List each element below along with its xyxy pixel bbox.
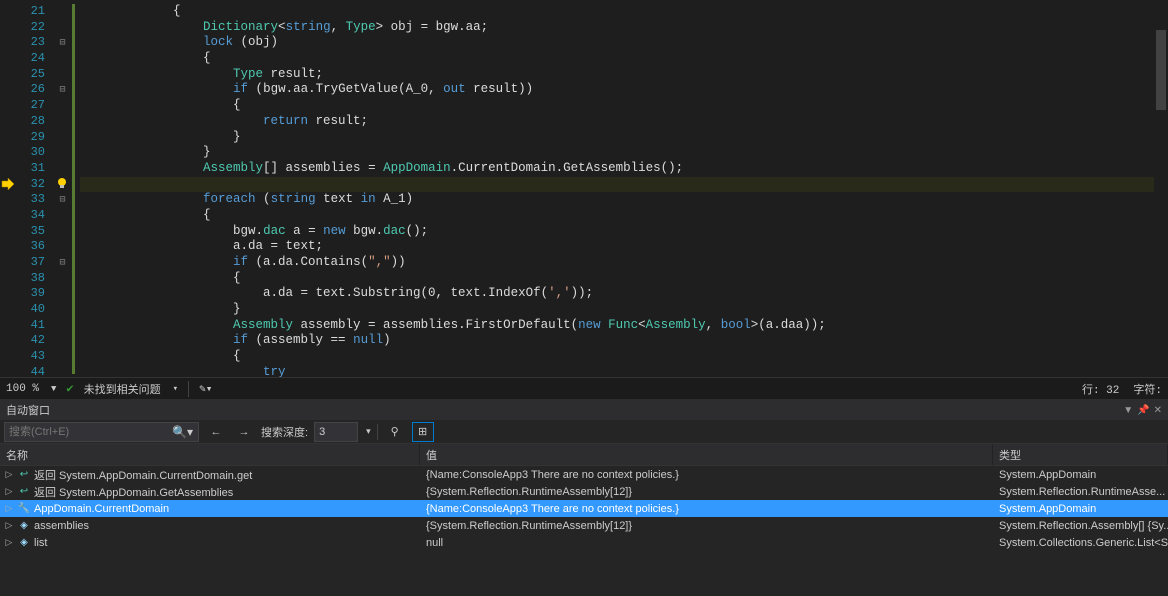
fold-toggle[interactable] — [55, 20, 70, 36]
expand-toggle[interactable]: ▷ — [4, 537, 14, 548]
prop-icon: 🔧 — [17, 502, 31, 516]
fold-toggle[interactable] — [55, 130, 70, 146]
chevron-down-icon[interactable]: ▼ — [51, 384, 56, 394]
col-name[interactable]: 名称 — [0, 444, 420, 465]
fold-toggle[interactable] — [55, 114, 70, 130]
breakpoint-arrow-icon — [0, 177, 16, 191]
change-margin — [70, 0, 80, 377]
field-icon: ◈ — [17, 536, 31, 550]
var-type: System.Reflection.Assembly[] {Sy... — [993, 520, 1168, 532]
char-indicator[interactable]: 字符: — [1133, 381, 1162, 397]
table-row[interactable]: ▷↩返回 System.AppDomain.GetAssemblies {Syst… — [0, 483, 1168, 500]
panel-title-text: 自动窗口 — [6, 402, 50, 418]
pin-icon[interactable]: 📌 — [1137, 405, 1149, 416]
table-row[interactable]: ▷🔧AppDomain.CurrentDomain {Name:ConsoleAp… — [0, 500, 1168, 517]
search-input[interactable] — [4, 422, 199, 442]
panel-titlebar[interactable]: 自动窗口 ▼ 📌 ✕ — [0, 400, 1168, 420]
filter-icon[interactable]: ⚲ — [384, 422, 406, 442]
expand-toggle[interactable]: ▷ — [4, 520, 14, 531]
fold-toggle[interactable] — [55, 161, 70, 177]
fold-toggle[interactable] — [55, 224, 70, 240]
tree-icon[interactable]: ⊞ — [412, 422, 434, 442]
var-name: assemblies — [34, 520, 89, 532]
fold-toggle[interactable] — [55, 4, 70, 20]
grid-header: 名称 值 类型 — [0, 444, 1168, 466]
table-row[interactable]: ▷◈assemblies {System.Reflection.RuntimeAs… — [0, 517, 1168, 534]
check-icon: ✔ — [66, 381, 73, 396]
var-value: null — [420, 537, 993, 549]
var-type: System.AppDomain — [993, 469, 1168, 481]
var-name: list — [34, 537, 47, 549]
fold-toggle[interactable] — [55, 333, 70, 349]
fold-toggle[interactable] — [55, 98, 70, 114]
code-editor[interactable]: 2122232425262728293031323334353637383940… — [0, 0, 1168, 377]
var-type: System.Collections.Generic.List<S... — [993, 537, 1168, 549]
fold-toggle[interactable]: ⊟ — [55, 255, 70, 271]
var-name: 返回 System.AppDomain.GetAssemblies — [34, 484, 233, 500]
col-type[interactable]: 类型 — [993, 444, 1168, 465]
nav-forward-button[interactable]: → — [233, 422, 255, 442]
depth-selector[interactable] — [314, 422, 358, 442]
code-content[interactable]: { Dictionary<string, Type> obj = bgw.aa;… — [80, 0, 1168, 377]
fold-toggle[interactable] — [55, 365, 70, 377]
return-icon: ↩ — [17, 485, 31, 499]
fold-toggle[interactable] — [55, 271, 70, 287]
nav-back-button[interactable]: ← — [205, 422, 227, 442]
expand-toggle[interactable]: ▷ — [4, 469, 14, 480]
fold-toggle[interactable] — [55, 239, 70, 255]
editor-status-bar: 100 % ▼ ✔ 未找到相关问题 ▾ ✎▾ 行: 32 字符: — [0, 377, 1168, 399]
var-value: {System.Reflection.RuntimeAssembly[12]} — [420, 520, 993, 532]
return-icon: ↩ — [17, 468, 31, 482]
vertical-scrollbar[interactable] — [1154, 0, 1168, 377]
line-indicator[interactable]: 行: 32 — [1082, 381, 1119, 397]
depth-label: 搜索深度: — [261, 424, 308, 440]
fold-toggle[interactable]: ⊟ — [55, 82, 70, 98]
chevron-down-icon[interactable]: ▾ — [173, 384, 178, 394]
var-name: AppDomain.CurrentDomain — [34, 503, 169, 515]
close-icon[interactable]: ✕ — [1154, 405, 1162, 416]
table-row[interactable]: ▷↩返回 System.AppDomain.CurrentDomain.get {… — [0, 466, 1168, 483]
fold-toggle[interactable] — [55, 286, 70, 302]
issues-text: 未找到相关问题 — [84, 381, 161, 397]
fold-toggle[interactable] — [55, 349, 70, 365]
fold-toggle[interactable] — [55, 318, 70, 334]
panel-toolbar: 🔍▾ ← → 搜索深度: ▾ ⚲ ⊞ — [0, 420, 1168, 444]
var-value: {Name:ConsoleApp3 There are no context p… — [420, 503, 993, 515]
chevron-down-icon[interactable]: ▾ — [366, 426, 371, 437]
var-type: System.AppDomain — [993, 503, 1168, 515]
fold-toggle[interactable] — [55, 208, 70, 224]
fold-toggle[interactable] — [55, 51, 70, 67]
grid-body[interactable]: ▷↩返回 System.AppDomain.CurrentDomain.get{… — [0, 466, 1168, 596]
var-type: System.Reflection.RuntimeAsse... — [993, 486, 1168, 498]
dropdown-icon[interactable]: ▼ — [1123, 405, 1133, 416]
expand-toggle[interactable]: ▷ — [4, 503, 14, 514]
autos-panel: 自动窗口 ▼ 📌 ✕ 🔍▾ ← → 搜索深度: ▾ ⚲ ⊞ 名称 值 类型 ▷↩… — [0, 399, 1168, 596]
table-row[interactable]: ▷◈list nullSystem.Collections.Generic.Lis… — [0, 534, 1168, 551]
fold-toggle[interactable] — [55, 302, 70, 318]
field-icon: ◈ — [17, 519, 31, 533]
col-value[interactable]: 值 — [420, 444, 993, 465]
fold-toggle[interactable] — [55, 67, 70, 83]
fold-toggle[interactable]: ⊟ — [55, 35, 70, 51]
zoom-level[interactable]: 100 % — [6, 383, 39, 395]
var-name: 返回 System.AppDomain.CurrentDomain.get — [34, 467, 252, 483]
tool-icon[interactable]: ✎▾ — [199, 382, 212, 396]
lightbulb-icon[interactable] — [54, 176, 70, 192]
fold-toggle[interactable]: ⊟ — [55, 192, 70, 208]
var-value: {Name:ConsoleApp3 There are no context p… — [420, 469, 993, 481]
fold-toggle[interactable] — [55, 145, 70, 161]
var-value: {System.Reflection.RuntimeAssembly[12]} — [420, 486, 993, 498]
expand-toggle[interactable]: ▷ — [4, 486, 14, 497]
